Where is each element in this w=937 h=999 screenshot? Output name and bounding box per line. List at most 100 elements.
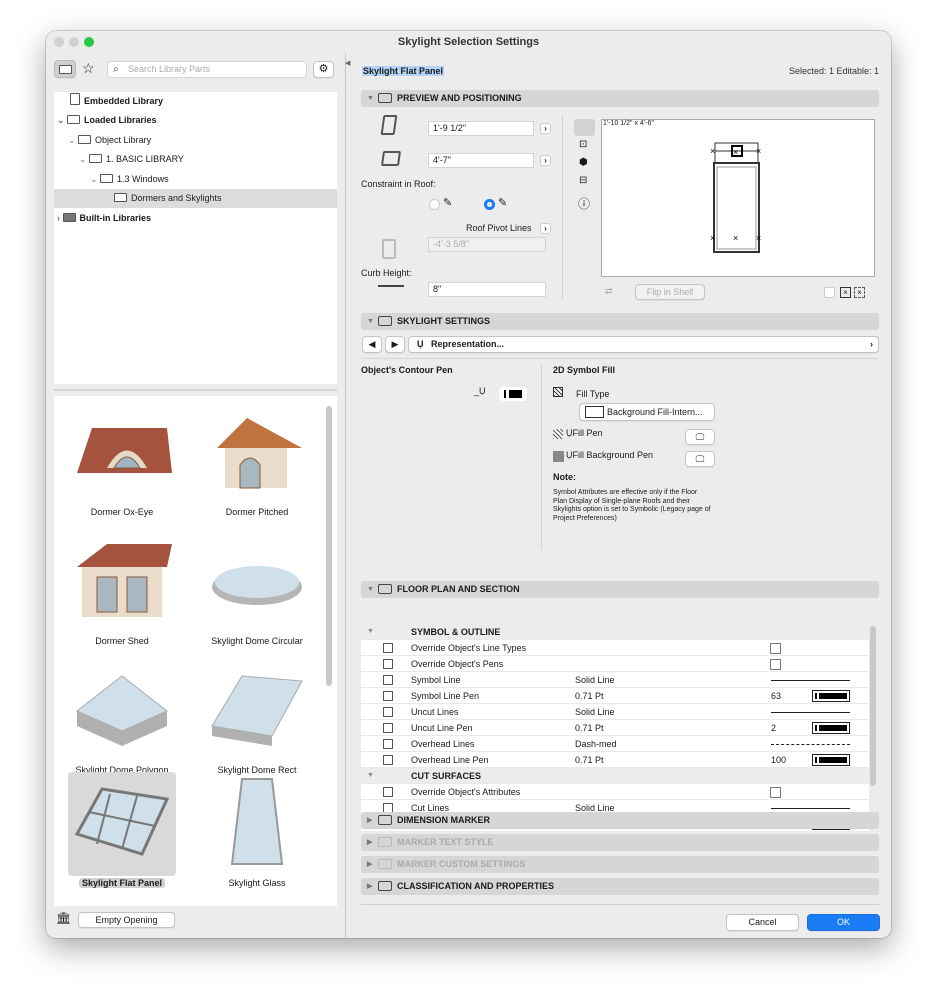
table-group-row[interactable]: ▼ SYMBOL & OUTLINE [361,624,869,640]
line-type-preview[interactable] [771,712,850,713]
pen-swatch[interactable] [812,690,850,702]
pivot-lines-button[interactable]: › [540,223,551,234]
table-row[interactable]: Uncut Line Pen 0.71 Pt 2 [361,720,869,736]
pen-swatch[interactable] [812,722,850,734]
view-section-icon[interactable]: ⊡ [579,139,587,150]
constraint-radio-2-selected[interactable] [484,199,495,210]
fill-type-selector[interactable]: Background Fill-Intern... [579,403,715,421]
skylight-plan-drawing: × × × × × × [710,142,761,253]
next-page-button[interactable]: ▶ [385,336,405,353]
cancel-button[interactable]: Cancel [726,914,799,931]
table-row[interactable]: Override Object's Attributes [361,784,869,800]
preview-checkbox[interactable] [824,287,835,298]
length-input[interactable]: 4'-7" [428,153,534,168]
triangle-down-icon: ▼ [367,95,374,102]
view-elevation-icon[interactable]: ⊟ [579,175,587,186]
search-input[interactable]: ⌕ Search Library Parts [107,61,307,78]
splitter[interactable] [54,389,337,391]
row-checkbox[interactable] [770,659,781,670]
tree-item-embedded[interactable]: Embedded Library [54,92,337,111]
contour-pen-button[interactable] [499,387,527,401]
previous-page-button[interactable]: ◀ [362,336,382,353]
table-row[interactable]: Symbol Line Solid Line [361,672,869,688]
section-dimension-marker[interactable]: ▶ DIMENSION MARKER [361,812,879,829]
section-skylight-settings[interactable]: ▼ SKYLIGHT SETTINGS [361,313,879,330]
section-floor-plan[interactable]: ▼ FLOOR PLAN AND SECTION [361,581,879,598]
fill-pen-button[interactable]: 🖵 [685,429,715,445]
item-label: Dormer Shed [95,636,149,646]
section-classification[interactable]: ▶ CLASSIFICATION AND PROPERTIES [361,878,879,895]
line-type-preview[interactable] [771,680,850,681]
tree-item-dormers-skylights[interactable]: Dormers and Skylights [54,189,337,208]
attribute-icon [383,659,393,669]
object-name: Skylight Flat Panel [362,66,445,76]
table-scrollbar[interactable] [870,626,876,786]
gallery-item[interactable]: Skylight Dome Polygon [67,659,177,784]
monitor-icon: 🖵 [695,432,705,442]
ok-button[interactable]: OK [807,914,880,931]
collapse-panel-icon[interactable]: ◀ [345,59,350,67]
table-group-row[interactable]: ▼ CUT SURFACES [361,768,869,784]
gallery-item[interactable]: Skylight Dome Rect [202,659,312,784]
gallery-item-selected[interactable]: Skylight Flat Panel [67,772,177,897]
gallery-item[interactable]: Dormer Pitched [202,401,312,526]
tree-item-object-library[interactable]: ⌄ Object Library [54,131,337,150]
line-type-preview[interactable] [771,808,850,809]
tree-item-loaded[interactable]: ⌄ Loaded Libraries [54,111,337,130]
dialog-window: Skylight Selection Settings ☆ ⌕ Search Li… [46,31,891,938]
library-manager-icon[interactable]: 🏛 [56,911,71,925]
curb-height-input[interactable]: 8" [428,282,546,297]
tree-item-basic-library[interactable]: ⌄ 1. BASIC LIBRARY [54,150,337,169]
row-checkbox[interactable] [770,643,781,654]
library-tree: Embedded Library ⌄ Loaded Libraries ⌄ Ob… [54,92,337,384]
tree-item-windows[interactable]: ⌄ 1.3 Windows [54,170,337,189]
row-checkbox[interactable] [770,787,781,798]
triangle-down-icon: ▼ [367,772,374,779]
gallery-item[interactable]: Skylight Glass [202,772,312,897]
gallery-item[interactable]: Dormer Ox-Eye [67,401,177,526]
view-3d-icon[interactable]: ⬢ [579,157,588,168]
view-plan-button[interactable] [574,119,595,136]
fill-pen-text: Fill Pen [572,428,603,438]
hotspot-icon[interactable]: × [840,287,851,298]
zoom-button[interactable] [84,37,94,47]
table-row[interactable]: Override Object's Pens [361,656,869,672]
attribute-icon [383,787,393,797]
fill-swatch [585,406,604,418]
table-row[interactable]: Override Object's Line Types [361,640,869,656]
pen-number: 63 [771,691,782,701]
width-arrow-button[interactable]: › [540,123,551,134]
folder-icon [89,154,103,163]
close-button[interactable] [54,37,64,47]
hotspot-dashed-icon[interactable]: × [854,287,865,298]
row-value: Solid Line [575,707,615,717]
tree-label: Built-in Libraries [79,213,152,223]
constraint-radio-1[interactable] [429,199,440,210]
gear-menu-button[interactable]: ⚙ [313,61,334,78]
row-value: 0.71 Pt [575,755,604,765]
page-selector[interactable]: Ụ Representation... › [408,336,879,353]
width-input[interactable]: 1'-9 1/2" [428,121,534,136]
info-icon[interactable]: ⓘ [578,195,590,212]
roof-pivot-lines-label: Roof Pivot Lines [466,223,532,233]
line-type-preview[interactable] [771,744,850,745]
empty-opening-button[interactable]: Empty Opening [78,912,175,928]
table-row[interactable]: Symbol Line Pen 0.71 Pt 63 [361,688,869,704]
gallery-item[interactable]: Skylight Dome Circular [202,530,312,655]
section-preview-positioning[interactable]: ▼ PREVIEW AND POSITIONING [361,90,879,107]
length-arrow-button[interactable]: › [540,155,551,166]
gallery-item[interactable]: Dormer Shed [67,530,177,655]
pen-swatch[interactable] [812,754,850,766]
minimize-button[interactable] [69,37,79,47]
table-row[interactable]: Uncut Lines Solid Line [361,704,869,720]
favorites-star-icon[interactable]: ☆ [82,60,95,77]
fill-background-pen-button[interactable]: 🖵 [685,451,715,467]
library-panel: ☆ ⌕ Search Library Parts ⚙ Embedded Libra… [46,53,346,938]
tree-item-builtin[interactable]: › Built-in Libraries [54,209,337,228]
preview-canvas: 1'-10 1/2" x 4'-6" × × × × × × [601,119,875,277]
gallery-scrollbar[interactable] [326,406,332,686]
skylight-dome-circular-thumbnail [212,566,302,605]
table-row[interactable]: Overhead Line Pen 0.71 Pt 100 [361,752,869,768]
table-row[interactable]: Overhead Lines Dash-med [361,736,869,752]
folder-view-button[interactable] [54,60,76,78]
